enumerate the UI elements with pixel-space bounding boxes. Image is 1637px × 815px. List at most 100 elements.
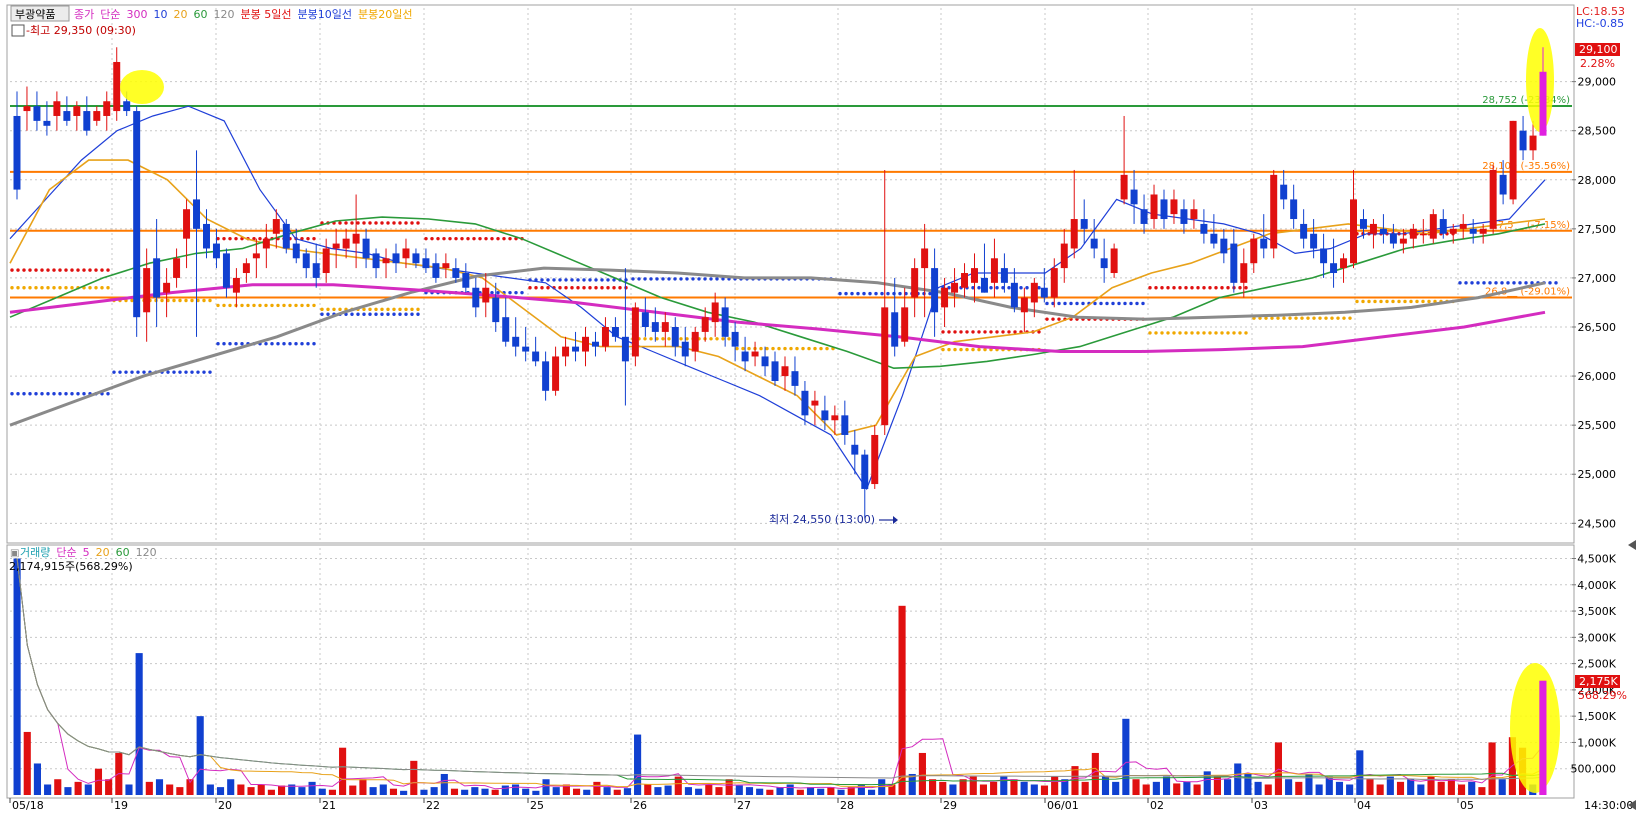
minute-ma-dot (600, 286, 604, 290)
minute-ma-dot (534, 286, 538, 290)
minute-ma-dot (965, 347, 969, 352)
minute-ma-dot (442, 236, 446, 241)
candle-body (173, 258, 181, 278)
volume-bar (1396, 781, 1405, 795)
minute-ma-dot (1160, 286, 1164, 290)
candle-body (163, 282, 171, 293)
minute-ma-dot (234, 236, 238, 241)
candle-body (53, 101, 61, 116)
candle-body (1150, 194, 1158, 220)
volume-bar (1264, 784, 1272, 795)
volume-bar (1183, 781, 1191, 795)
candle-body (1429, 214, 1437, 239)
legend-item[interactable]: 300 (127, 8, 148, 21)
candle-body (1489, 169, 1497, 229)
minute-ma-dot (216, 341, 220, 346)
legend-item[interactable]: 5 (83, 546, 90, 559)
x-tick-label: 28 (840, 799, 854, 812)
candle-body (1260, 238, 1268, 249)
minute-ma-dot (28, 286, 32, 290)
legend-item[interactable]: 60 (116, 546, 130, 559)
legend-item[interactable]: 분봉20일선 (358, 7, 412, 21)
minute-ma-dot (679, 277, 683, 281)
minute-ma-dot (1427, 299, 1431, 304)
minute-ma-dot (202, 370, 206, 374)
volume-bar (1040, 785, 1049, 795)
volume-bar (400, 790, 408, 795)
calendar-icon[interactable] (11, 24, 25, 37)
minute-ma-dot (715, 277, 719, 281)
volume-bar (898, 605, 906, 795)
minute-ma-dot (631, 277, 635, 281)
candle-body (701, 317, 709, 332)
volume-bar (206, 784, 214, 795)
legend-item[interactable]: 60 (194, 8, 208, 21)
minute-ma-dot (398, 312, 402, 316)
legend-item[interactable]: 20 (174, 8, 188, 21)
volume-bar (959, 779, 967, 795)
minute-ma-dot (106, 286, 110, 290)
legend-item[interactable]: 10 (154, 8, 168, 21)
candle-body (153, 258, 161, 298)
legend-item[interactable]: 분봉10일선 (297, 7, 351, 21)
minute-ma-dot (721, 337, 725, 341)
minute-ma-dot (1141, 301, 1145, 306)
minute-ma-dot (392, 312, 396, 316)
legend-item[interactable]: 분봉 5일선 (241, 7, 292, 21)
minute-ma-dot (16, 268, 20, 272)
minute-ma-dot (332, 307, 336, 312)
minute-ma-dot (208, 298, 212, 303)
minute-ma-dot (965, 330, 969, 334)
minute-ma-dot (306, 341, 310, 346)
legend-item[interactable]: 단순 (56, 546, 76, 559)
x-tick-label: 25 (530, 799, 544, 812)
price-tick-label: 26,000 (1578, 370, 1617, 383)
minute-ma-dot (294, 303, 298, 308)
candle-body (572, 346, 580, 352)
volume-bar (786, 784, 794, 795)
minute-ma-dot (1184, 331, 1188, 335)
legend-item[interactable]: 120 (136, 546, 157, 559)
minute-ma-dot (362, 312, 366, 316)
volume-bar (745, 787, 754, 795)
minute-ma-dot (1105, 301, 1109, 306)
legend-item[interactable]: 단순 (100, 8, 120, 21)
minute-ma-dot (34, 286, 38, 290)
legend-item[interactable]: 거래량 (20, 546, 50, 559)
minute-ma-dot (594, 286, 598, 290)
minute-ma-dot (368, 221, 372, 225)
minute-ma-dot (196, 370, 200, 374)
minute-ma-dot (88, 286, 92, 290)
minute-ma-dot (40, 286, 44, 290)
candle-body (1110, 248, 1118, 274)
minute-ma-dot (172, 370, 176, 374)
volume-bar (817, 788, 825, 795)
volume-bar (1081, 781, 1089, 795)
minute-ma-dot (1013, 330, 1017, 334)
volume-bar (522, 788, 530, 795)
minute-ma-dot (765, 346, 769, 351)
candle-body (522, 346, 530, 352)
legend-item[interactable]: 20 (96, 546, 110, 559)
legend-item[interactable]: 120 (214, 8, 235, 21)
volume-bar (74, 781, 82, 795)
x-tick-label: 05 (1460, 799, 1474, 812)
candle-body (1010, 282, 1018, 308)
candle-body (502, 317, 510, 342)
minute-ma-dot (228, 236, 232, 241)
minute-ma-dot (142, 370, 146, 374)
volume-bar (1193, 784, 1201, 795)
candle-body (352, 233, 360, 244)
legend-item[interactable]: 종가 (74, 8, 94, 21)
stock-chart[interactable]: 28,752 (-23.84%)28,100 (-35.56%)27,5__ (… (0, 0, 1637, 815)
volume-bar (1447, 779, 1455, 795)
x-tick-label: 29 (943, 799, 957, 812)
current-price-label: 29,100 (1579, 43, 1618, 56)
candle-body (1270, 174, 1278, 249)
candle-body (641, 312, 649, 328)
minute-ma-dot (1415, 299, 1419, 304)
minute-ma-dot (1312, 316, 1316, 320)
price-panel-resize-arrow[interactable] (1628, 540, 1636, 550)
minute-ma-dot (374, 312, 378, 316)
minute-ma-dot (1244, 286, 1248, 290)
